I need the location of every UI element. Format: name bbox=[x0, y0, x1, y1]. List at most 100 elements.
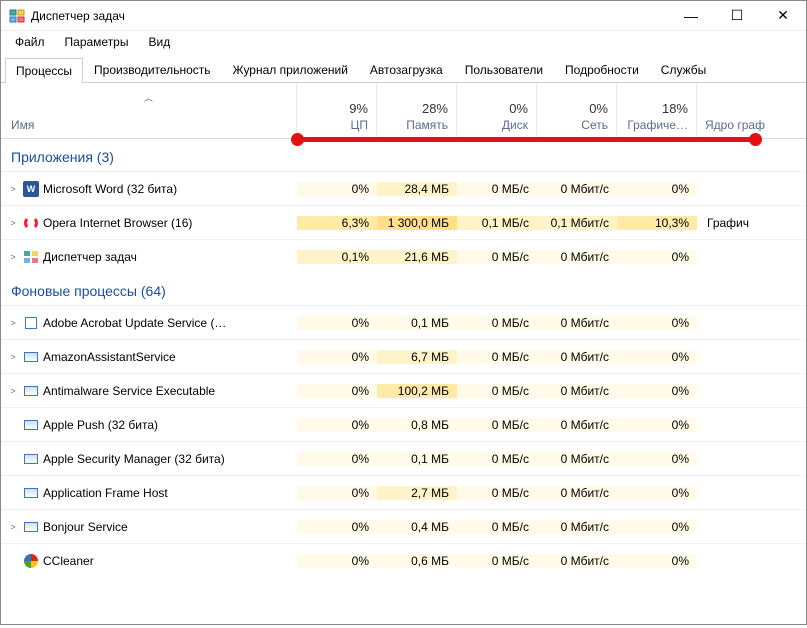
generic-icon bbox=[23, 383, 39, 399]
cell-metric: 0,1% bbox=[297, 250, 377, 264]
tab[interactable]: Пользователи bbox=[454, 57, 554, 82]
group-header[interactable]: Фоновые процессы (64) bbox=[1, 273, 806, 305]
tm-icon bbox=[23, 249, 39, 265]
cell-metric: 6,7 МБ bbox=[377, 350, 457, 364]
cell-metric: 0 МБ/с bbox=[457, 316, 537, 330]
cell-gpu-engine: Графич bbox=[697, 216, 806, 230]
generic-icon bbox=[23, 417, 39, 433]
table-row[interactable]: >Bonjour Service0%0,4 МБ0 МБ/с0 Мбит/с0% bbox=[1, 509, 806, 543]
column-header[interactable]: 18%Графиче… bbox=[617, 83, 697, 138]
cell-metric: 0,4 МБ bbox=[377, 520, 457, 534]
cell-metric: 0% bbox=[297, 554, 377, 568]
minimize-button[interactable]: — bbox=[668, 1, 714, 31]
column-header-gpu-engine[interactable]: Ядро граф bbox=[697, 83, 806, 138]
process-list[interactable]: Приложения (3)>WMicrosoft Word (32 бита)… bbox=[1, 139, 806, 628]
cell-metric: 0% bbox=[617, 350, 697, 364]
cell-metric: 0 МБ/с bbox=[457, 418, 537, 432]
cell-metric: 0% bbox=[617, 250, 697, 264]
column-header[interactable]: 0% Диск bbox=[457, 83, 537, 138]
table-row[interactable]: >Opera Internet Browser (16)6,3%1 300,0 … bbox=[1, 205, 806, 239]
table-row[interactable]: Apple Push (32 бита) 0% 0,8 МБ0 МБ/с0 Мбит… bbox=[1, 407, 806, 441]
tab[interactable]: Подробности bbox=[554, 57, 650, 82]
column-header[interactable]: 28%Память bbox=[377, 83, 457, 138]
cell-name: >Adobe Acrobat Update Service (… bbox=[1, 315, 297, 331]
menu-item[interactable]: Параметры bbox=[55, 33, 139, 51]
expander-icon[interactable]: > bbox=[7, 252, 19, 262]
generic-icon bbox=[23, 451, 39, 467]
cell-metric: 0 МБ/с bbox=[457, 452, 537, 466]
cell-metric: 0% bbox=[617, 182, 697, 196]
process-name: Application Frame Host bbox=[43, 486, 168, 500]
cell-metric: 0 Мбит/с bbox=[537, 250, 617, 264]
cell-metric: 0% bbox=[617, 418, 697, 432]
process-name: Antimalware Service Executable bbox=[43, 384, 215, 398]
cell-metric: 0,8 МБ bbox=[377, 418, 457, 432]
menu-item[interactable]: Вид bbox=[138, 33, 180, 51]
group-header[interactable]: Приложения (3) bbox=[1, 139, 806, 171]
column-header-name[interactable]: ︿ Имя bbox=[1, 83, 297, 138]
cell-metric: 0% bbox=[297, 384, 377, 398]
cell-metric: 6,3% bbox=[297, 216, 377, 230]
cell-metric: 0 Мбит/с bbox=[537, 350, 617, 364]
column-header[interactable]: 0%Сеть bbox=[537, 83, 617, 138]
cell-metric: 0 Мбит/с bbox=[537, 316, 617, 330]
tab[interactable]: Процессы bbox=[5, 58, 83, 83]
process-name: Apple Push (32 бита) bbox=[43, 418, 158, 432]
generic-icon bbox=[23, 485, 39, 501]
table-row[interactable]: >Antimalware Service Executable0%100,2 М… bbox=[1, 373, 806, 407]
cell-name: > Antimalware Service Executable bbox=[1, 383, 297, 399]
cell-metric: 0,1 МБ bbox=[377, 316, 457, 330]
expander-icon[interactable]: > bbox=[7, 318, 19, 328]
table-row[interactable]: CCleaner0%0,6 МБ0 МБ/с0 Мбит/с0% bbox=[1, 543, 806, 577]
generic-icon bbox=[23, 519, 39, 535]
cell-name: > Диспетчер задач bbox=[1, 249, 297, 265]
cell-metric: 0% bbox=[297, 316, 377, 330]
cell-metric: 0% bbox=[617, 520, 697, 534]
table-row[interactable]: Application Frame Host0%2,7 МБ0 МБ/с0 Мб… bbox=[1, 475, 806, 509]
tab[interactable]: Службы bbox=[650, 57, 717, 82]
process-name: AmazonAssistantService bbox=[43, 350, 176, 364]
table-row[interactable]: >Adobe Acrobat Update Service (…0%0,1 МБ… bbox=[1, 305, 806, 339]
sort-indicator-icon: ︿ bbox=[144, 91, 153, 104]
expander-icon[interactable]: > bbox=[7, 218, 19, 228]
column-extra-label: Ядро граф bbox=[705, 118, 806, 132]
tab[interactable]: Производительность bbox=[83, 57, 221, 82]
annotation-dot-right bbox=[749, 133, 762, 146]
tab[interactable]: Автозагрузка bbox=[359, 57, 454, 82]
cell-name: CCleaner bbox=[1, 553, 297, 569]
process-name: Opera Internet Browser (16) bbox=[43, 216, 192, 230]
expander-icon[interactable]: > bbox=[7, 184, 19, 194]
cell-metric: 0% bbox=[617, 554, 697, 568]
cell-metric: 0% bbox=[617, 384, 697, 398]
word-icon: W bbox=[23, 181, 39, 197]
expander-icon[interactable]: > bbox=[7, 522, 19, 532]
cell-metric: 0 МБ/с bbox=[457, 350, 537, 364]
close-button[interactable]: ✕ bbox=[760, 1, 806, 31]
column-percent: 9% bbox=[297, 101, 368, 116]
table-row[interactable]: >WMicrosoft Word (32 бита)0%28,4 МБ0 МБ/… bbox=[1, 171, 806, 205]
process-name: Диспетчер задач bbox=[43, 250, 137, 264]
process-name: Apple Security Manager (32 бита) bbox=[43, 452, 225, 466]
column-header[interactable]: 9%ЦП bbox=[297, 83, 377, 138]
tab[interactable]: Журнал приложений bbox=[222, 57, 359, 82]
table-row[interactable]: >Диспетчер задач0,1%21,6 МБ0 МБ/с0 Мбит/… bbox=[1, 239, 806, 273]
table-row[interactable]: Apple Security Manager (32 бита)0%0,1 МБ… bbox=[1, 441, 806, 475]
column-percent: 0% bbox=[457, 101, 528, 116]
table-row[interactable]: > AmazonAssistantService 0% 6,7 МБ0 МБ/с0 М… bbox=[1, 339, 806, 373]
annotation-line bbox=[297, 137, 757, 142]
expander-icon[interactable]: > bbox=[7, 386, 19, 396]
process-name: Bonjour Service bbox=[43, 520, 128, 534]
column-label: Диск bbox=[457, 118, 528, 132]
maximize-button[interactable]: ☐ bbox=[714, 1, 760, 31]
titlebar[interactable]: Диспетчер задач — ☐ ✕ bbox=[1, 1, 806, 31]
app-icon bbox=[9, 8, 25, 24]
generic-icon bbox=[23, 349, 39, 365]
window-title: Диспетчер задач bbox=[31, 9, 668, 23]
cell-metric: 21,6 МБ bbox=[377, 250, 457, 264]
expander-icon[interactable]: > bbox=[7, 352, 19, 362]
content-area: ︿ Имя 9%ЦП28%Память0%Диск0%Сеть18%Графич… bbox=[1, 83, 806, 628]
cell-metric: 0,6 МБ bbox=[377, 554, 457, 568]
menu-item[interactable]: Файл bbox=[5, 33, 55, 51]
cell-metric: 0 Мбит/с bbox=[537, 418, 617, 432]
cell-name: >WMicrosoft Word (32 бита) bbox=[1, 181, 297, 197]
